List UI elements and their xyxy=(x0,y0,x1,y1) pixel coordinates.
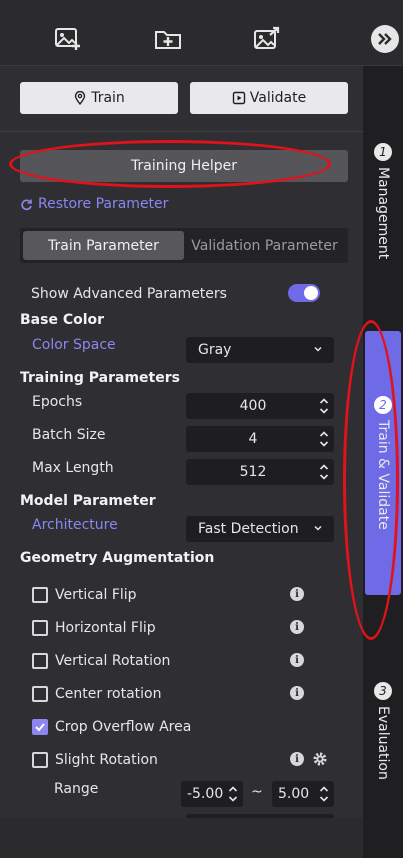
range-min-value: -5.00 xyxy=(187,786,224,802)
crop-overflow-label: Crop Overflow Area xyxy=(55,719,192,735)
side-tab-label: Evaluation xyxy=(375,706,391,780)
panel-footer xyxy=(0,818,363,858)
spinner-arrows-icon[interactable] xyxy=(228,784,238,804)
side-tab-label: Train & Validate xyxy=(375,420,391,530)
training-helper-button[interactable]: Training Helper xyxy=(20,150,348,182)
range-label: Range xyxy=(54,781,99,797)
spinner-arrows-icon[interactable] xyxy=(319,429,329,449)
epochs-value: 400 xyxy=(239,398,267,414)
horizontal-flip-label: Horizontal Flip xyxy=(55,620,156,636)
horizontal-flip-checkbox[interactable] xyxy=(32,620,48,636)
slight-rotation-checkbox[interactable] xyxy=(32,752,48,768)
batch-size-input[interactable]: 4 xyxy=(186,426,334,452)
restore-parameter-label: Restore Parameter xyxy=(38,196,169,212)
parameter-panel: Train Validate Training Helper Restore P… xyxy=(0,66,363,858)
side-tab-number: 1 xyxy=(374,142,392,161)
color-space-select[interactable]: Gray xyxy=(186,337,334,363)
panel-scroll-area[interactable]: Train Validate Training Helper Restore P… xyxy=(0,66,363,818)
vertical-rotation-checkbox[interactable] xyxy=(32,653,48,669)
add-image-icon[interactable] xyxy=(53,26,83,52)
center-rotation-label: Center rotation xyxy=(55,686,162,702)
info-icon[interactable]: i xyxy=(290,653,304,667)
app-root: Train Validate Training Helper Restore P… xyxy=(0,0,403,858)
tab-validation-parameter[interactable]: Validation Parameter xyxy=(184,231,345,260)
vertical-flip-label: Vertical Flip xyxy=(55,587,137,603)
epochs-label: Epochs xyxy=(32,394,83,410)
slight-rotation-label: Slight Rotation xyxy=(55,752,158,768)
tab-train-parameter[interactable]: Train Parameter xyxy=(23,231,184,260)
collapse-panel-button[interactable] xyxy=(371,25,399,53)
chevron-down-icon xyxy=(314,346,322,352)
side-tab-evaluation-text: 3 Evaluation xyxy=(374,682,392,780)
play-square-icon xyxy=(232,91,245,105)
advanced-toggle[interactable] xyxy=(288,284,320,302)
epochs-input[interactable]: 400 xyxy=(186,393,334,419)
spinner-arrows-icon[interactable] xyxy=(319,784,329,804)
export-image-icon[interactable] xyxy=(252,26,282,52)
refresh-icon xyxy=(21,199,32,210)
checkmark-icon xyxy=(35,723,45,732)
side-tab-evaluation[interactable]: 3 Evaluation xyxy=(363,671,403,791)
side-tab-management[interactable]: 1 Management xyxy=(363,136,403,266)
geometry-augmentation-heading: Geometry Augmentation xyxy=(20,550,215,566)
side-tab-label: Management xyxy=(375,166,391,260)
vertical-flip-checkbox[interactable] xyxy=(32,587,48,603)
max-length-value: 512 xyxy=(239,464,267,480)
range-min-input[interactable]: -5.00 xyxy=(181,781,243,807)
architecture-value: Fast Detection xyxy=(198,521,299,537)
parameter-tabs: Train Parameter Validation Parameter xyxy=(20,228,348,263)
side-tab-strip: 1 Management 2 Train & Validate 3 Evalua… xyxy=(363,66,403,858)
architecture-select[interactable]: Fast Detection xyxy=(186,516,334,542)
vertical-rotation-label: Vertical Rotation xyxy=(55,653,171,669)
range-max-input[interactable]: 5.00 xyxy=(272,781,334,807)
toggle-knob xyxy=(304,286,318,300)
train-button-label: Train xyxy=(91,90,125,106)
center-rotation-checkbox[interactable] xyxy=(32,686,48,702)
side-tab-number: 2 xyxy=(374,396,392,415)
model-parameter-heading: Model Parameter xyxy=(20,493,156,509)
color-space-label: Color Space xyxy=(32,337,116,353)
train-button[interactable]: Train xyxy=(20,82,178,114)
info-icon[interactable]: i xyxy=(290,752,304,766)
batch-size-value: 4 xyxy=(248,431,258,447)
crop-overflow-checkbox[interactable] xyxy=(32,719,48,735)
validate-button-label: Validate xyxy=(249,90,307,106)
restore-parameter-link[interactable]: Restore Parameter xyxy=(20,196,168,212)
double-chevron-right-icon xyxy=(378,33,392,45)
add-folder-icon[interactable] xyxy=(153,26,183,52)
spinner-arrows-icon[interactable] xyxy=(319,396,329,416)
map-pin-icon xyxy=(75,91,86,105)
max-length-input[interactable]: 512 xyxy=(186,459,334,485)
tab-train-parameter-label: Train Parameter xyxy=(48,237,159,254)
max-length-label: Max Length xyxy=(32,460,114,476)
info-icon[interactable]: i xyxy=(290,620,304,634)
info-icon[interactable]: i xyxy=(290,686,304,700)
training-parameters-heading: Training Parameters xyxy=(20,370,180,386)
spinner-arrows-icon[interactable] xyxy=(319,462,329,482)
range-separator: ~ xyxy=(251,784,263,800)
tab-validation-parameter-label: Validation Parameter xyxy=(191,237,338,254)
training-helper-label: Training Helper xyxy=(131,158,237,174)
validate-button[interactable]: Validate xyxy=(190,82,348,114)
divider xyxy=(0,131,363,132)
range-max-value: 5.00 xyxy=(278,786,310,802)
gear-icon[interactable] xyxy=(312,751,328,767)
top-toolbar xyxy=(0,0,403,66)
side-tab-train-validate[interactable]: 2 Train & Validate xyxy=(365,331,401,595)
side-tab-management-text: 1 Management xyxy=(374,142,392,260)
chevron-down-icon xyxy=(314,525,322,531)
architecture-label: Architecture xyxy=(32,517,118,533)
base-color-heading: Base Color xyxy=(20,312,105,328)
advanced-label: Show Advanced Parameters xyxy=(31,286,227,302)
color-space-value: Gray xyxy=(198,342,232,358)
batch-size-label: Batch Size xyxy=(32,427,106,443)
side-tab-number: 3 xyxy=(374,682,392,701)
info-icon[interactable]: i xyxy=(290,587,304,601)
side-tab-train-validate-text: 2 Train & Validate xyxy=(374,396,392,530)
